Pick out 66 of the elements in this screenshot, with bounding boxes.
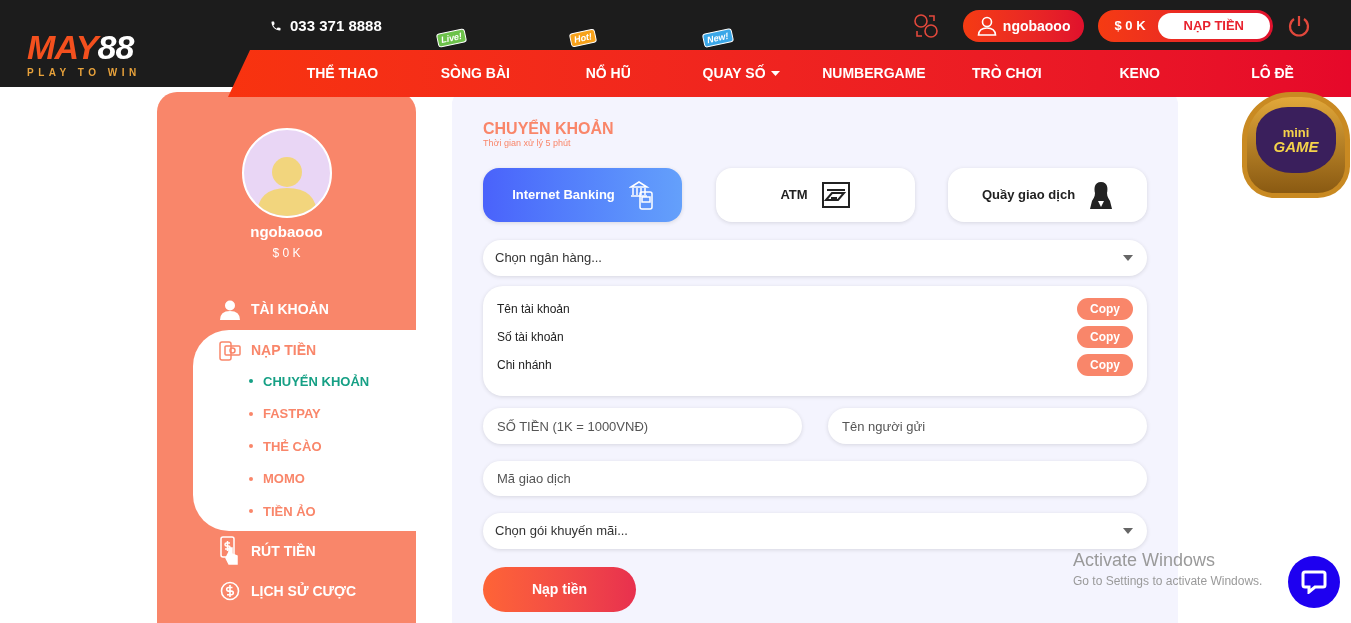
mini-game-label: GAME — [1273, 139, 1319, 154]
deposit-button[interactable]: NẠP TIỀN — [1157, 13, 1270, 39]
nav-link[interactable]: LÔ ĐỀ — [1251, 63, 1294, 84]
submenu-item[interactable]: TIỀN ẢO — [249, 501, 416, 521]
user-icon — [976, 16, 997, 36]
dollar-circle-icon — [220, 581, 240, 601]
submenu-item[interactable]: FASTPAY — [249, 404, 416, 424]
copy-button[interactable]: Copy — [1077, 354, 1133, 376]
bullet-icon — [249, 476, 253, 481]
submenu-item[interactable]: MOMO — [249, 469, 416, 489]
caret-icon — [1123, 528, 1133, 534]
person-icon — [1089, 181, 1114, 209]
phone-hand-icon — [219, 536, 241, 566]
payment-method-tab[interactable]: Quầy giao dịch — [948, 168, 1147, 222]
bullet-icon — [249, 509, 253, 514]
sidebar-item[interactable]: LỊCH SỬ CƯỢC — [157, 576, 416, 606]
power-icon[interactable] — [1287, 14, 1311, 38]
section-subtitle: Thời gian xử lý 5 phút — [483, 138, 572, 149]
promotion-select[interactable]: Chọn gói khuyến mãi... — [483, 513, 1147, 549]
nav-link[interactable]: KENO — [1119, 63, 1160, 84]
submit-button[interactable]: Nạp tiền — [483, 567, 636, 612]
nav-link[interactable]: THỂ THAO — [306, 63, 379, 84]
account-info-label: Số tài khoản — [497, 329, 564, 346]
copy-button[interactable]: Copy — [1077, 298, 1133, 320]
phone-icon — [270, 20, 282, 33]
amount-field[interactable]: SỐ TIỀN (1K = 1000VNĐ) — [483, 408, 802, 444]
sender-name-field[interactable]: Tên người gửi — [828, 408, 1147, 444]
caret-icon — [1123, 255, 1133, 261]
copy-button[interactable]: Copy — [1077, 326, 1133, 348]
chat-bubble-icon — [1301, 570, 1327, 594]
section-title: CHUYỂN KHOẢN — [483, 120, 615, 138]
nav-link[interactable]: SÒNG BÀI — [440, 63, 510, 84]
currency-exchange-icon[interactable] — [912, 13, 939, 39]
nav-link[interactable]: NỔ HŨ — [585, 63, 631, 84]
bullet-icon — [249, 411, 253, 416]
phone-number: 033 371 8888 — [290, 16, 382, 36]
activation-title: Activate Windows — [1073, 549, 1217, 571]
payment-method-tab[interactable]: Internet Banking — [483, 168, 682, 222]
user-icon — [219, 299, 241, 320]
mini-game-label: mini — [1282, 126, 1310, 139]
submenu-item[interactable]: CHUYỂN KHOẢN — [249, 371, 416, 391]
account-info-label: Chi nhánh — [497, 357, 552, 374]
submenu-item[interactable]: THẺ CÀO — [249, 436, 416, 456]
activation-message: Go to Settings to activate Windows. — [1073, 573, 1263, 589]
payment-method-tab[interactable]: ATM — [715, 168, 915, 222]
sidebar-item[interactable]: NẠP TIỀN — [193, 335, 416, 366]
atm-card-icon — [821, 182, 850, 208]
chat-button[interactable] — [1288, 556, 1340, 608]
user-button[interactable]: ngobaooo — [962, 10, 1085, 42]
sidebar-item[interactable]: TÀI KHOẢN — [157, 294, 416, 325]
sidebar-username: ngobaooo — [250, 222, 323, 242]
bank-phone-icon — [628, 180, 653, 210]
transaction-code-field[interactable]: Mã giao dịch — [483, 461, 1147, 496]
nav-link[interactable]: TRÒ CHƠI — [972, 63, 1042, 84]
bank-select[interactable]: Chọn ngân hàng... — [483, 240, 1147, 276]
sidebar-item[interactable]: RÚT TIỀN — [157, 536, 416, 566]
mini-game-button[interactable]: mini GAME — [1242, 92, 1350, 198]
nav-link[interactable]: QUAY SỐ — [702, 63, 780, 84]
balance-text: $ 0 K — [1114, 17, 1146, 36]
logo[interactable]: MAY88 PLAY TO WIN — [27, 30, 141, 80]
sidebar-balance: $ 0 K — [272, 244, 301, 262]
phone-money-icon — [219, 340, 241, 361]
account-info-label: Tên tài khoản — [497, 301, 570, 318]
bullet-icon — [249, 444, 253, 449]
bullet-icon — [249, 379, 253, 384]
nav-link[interactable]: NUMBERGAME — [822, 63, 926, 84]
